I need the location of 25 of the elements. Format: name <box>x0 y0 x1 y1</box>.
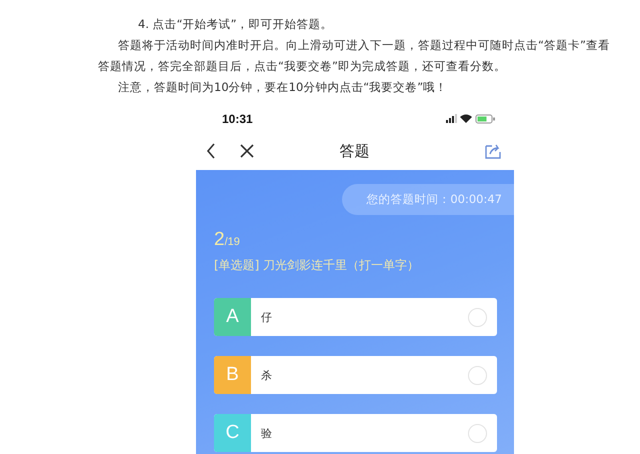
back-icon[interactable] <box>206 143 216 159</box>
option-letter: B <box>214 356 251 394</box>
option-text: 杀 <box>260 368 273 382</box>
share-icon[interactable] <box>485 143 502 159</box>
nav-title: 答题 <box>338 142 370 160</box>
answer-option[interactable]: B 杀 <box>214 356 497 394</box>
question-total: /19 <box>224 236 240 248</box>
option-text: 验 <box>260 426 273 440</box>
paragraph: 答题将于活动时间内准时开启。向上滑动可进入下一题，答题过程中可随时点击“答题卡”查看答题情况，答完全部题目后，点击“我要交卷”即为完成答题，还可查看分数。 <box>98 37 611 75</box>
option-letter: C <box>214 414 251 452</box>
question-number: 2 <box>214 229 225 250</box>
option-text: 仔 <box>260 310 273 324</box>
radio-button[interactable] <box>468 424 487 442</box>
question-text: [单选题] 刀光剑影连千里（打一单字） <box>213 257 420 274</box>
paragraph: 注意，答题时间为10分钟，要在10分钟内点击“我要交卷”哦！ <box>117 79 448 96</box>
status-icons <box>446 114 496 124</box>
close-icon[interactable] <box>240 144 254 158</box>
answer-timer: 您的答题时间：00:00:47 <box>342 184 514 215</box>
status-time: 10:31 <box>222 112 253 126</box>
answer-option[interactable]: A 仔 <box>214 298 497 336</box>
answer-option[interactable]: C 验 <box>214 414 497 452</box>
paragraph: 4. 点击“开始考试”，即可开始答题。 <box>137 16 334 33</box>
radio-button[interactable] <box>468 308 487 326</box>
option-letter: A <box>214 298 251 336</box>
radio-button[interactable] <box>468 366 487 384</box>
